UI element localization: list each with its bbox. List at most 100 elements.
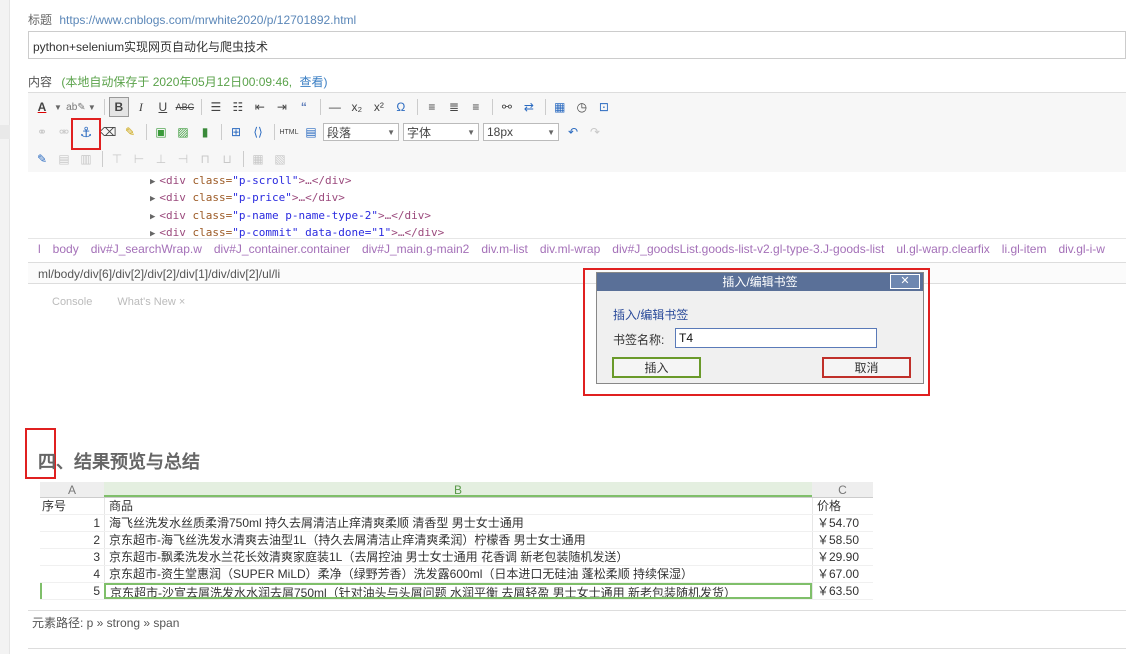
delete-col-icon[interactable]: ⊣: [173, 149, 193, 169]
chevron-down-icon[interactable]: ▼: [88, 103, 96, 112]
table-cell[interactable]: 京东超市-资生堂惠润（SUPER MiLD）柔净（绿野芳香）洗发露600ml（日…: [104, 566, 812, 582]
link-icon[interactable]: ⚭: [32, 122, 52, 142]
align-center-icon[interactable]: ≣: [444, 97, 464, 117]
column-header-b[interactable]: B: [104, 482, 812, 497]
table-cell[interactable]: 5: [40, 583, 104, 599]
numbered-list-icon[interactable]: ☷: [228, 97, 248, 117]
breadcrumb-item[interactable]: div#J_searchWrap.w: [91, 242, 202, 256]
table-cell[interactable]: ￥29.90: [812, 549, 873, 565]
table-cell[interactable]: ￥63.50: [812, 583, 873, 599]
breadcrumb-item[interactable]: li.gl-item: [1002, 242, 1047, 256]
split-cells-icon[interactable]: ⊔: [217, 149, 237, 169]
insert-image-icon[interactable]: ▣: [151, 122, 171, 142]
merge-cells-icon[interactable]: ⊓: [195, 149, 215, 169]
table-cell[interactable]: 2: [40, 532, 104, 548]
clock-icon[interactable]: ◷: [572, 97, 592, 117]
table-cell[interactable]: 1: [40, 515, 104, 531]
delete-row-icon[interactable]: ⊢: [129, 149, 149, 169]
paragraph-select[interactable]: 段落 ▼: [323, 123, 399, 141]
edit-icon[interactable]: ✎: [32, 149, 52, 169]
bullet-list-icon[interactable]: ☰: [206, 97, 226, 117]
tab-console[interactable]: Console: [52, 296, 92, 308]
eraser-icon[interactable]: ⌫: [98, 122, 118, 142]
superscript-icon[interactable]: x²: [369, 97, 389, 117]
row-props-icon[interactable]: ▧: [270, 149, 290, 169]
bold-icon[interactable]: B: [108, 97, 129, 117]
calendar-icon[interactable]: ▦: [550, 97, 570, 117]
table-cell[interactable]: ￥54.70: [812, 515, 873, 531]
cancel-button[interactable]: 取消: [822, 357, 911, 378]
redo-icon[interactable]: ↷: [585, 122, 605, 142]
breadcrumb-item[interactable]: body: [53, 242, 79, 256]
column-header-c[interactable]: C: [812, 482, 873, 497]
subscript-icon[interactable]: x₂: [347, 97, 367, 117]
bookmark-name-input[interactable]: T4: [675, 328, 877, 348]
align-left-icon[interactable]: ≡: [422, 97, 442, 117]
expand-triangle-icon[interactable]: ▶: [150, 212, 155, 222]
table-cell[interactable]: 价格: [812, 498, 873, 514]
insert-button[interactable]: 插入: [612, 357, 701, 378]
italic-icon[interactable]: I: [131, 97, 151, 117]
tab-whats-new[interactable]: What's New ×: [117, 296, 185, 308]
undo-icon[interactable]: ↶: [563, 122, 583, 142]
code-line[interactable]: ▶ <div class="p-name p-name-type-2">…</di…: [150, 208, 444, 225]
underline-icon[interactable]: U: [153, 97, 173, 117]
breadcrumb-item[interactable]: div#J_goodsList.goods-list-v2.gl-type-3.…: [612, 242, 884, 256]
table-icon[interactable]: ▤: [301, 122, 321, 142]
title-url-link[interactable]: https://www.cnblogs.com/mrwhite2020/p/12…: [59, 13, 356, 27]
title-input[interactable]: python+selenium实现网页自动化与爬虫技术: [28, 31, 1126, 59]
outdent-icon[interactable]: ⇤: [250, 97, 270, 117]
table-cell[interactable]: 海飞丝洗发水丝质柔滑750ml 持久去屑清洁止痒清爽柔顺 清香型 男士女士通用: [104, 515, 812, 531]
table-props-icon[interactable]: ▥: [76, 149, 96, 169]
quote-icon[interactable]: “: [294, 97, 314, 117]
media-icon[interactable]: ▮: [195, 122, 215, 142]
special-char-icon[interactable]: Ω: [391, 97, 411, 117]
template-icon[interactable]: ⊞: [226, 122, 246, 142]
dialog-title-bar[interactable]: 插入/编辑书签 ✕: [597, 273, 923, 291]
cleanup-icon[interactable]: ✎: [120, 122, 140, 142]
breadcrumb-item[interactable]: div.ml-wrap: [540, 242, 600, 256]
table-cell[interactable]: 京东超市-海飞丝洗发水清爽去油型1L（持久去屑清洁止痒清爽柔润）柠檬香 男士女士…: [104, 532, 812, 548]
table-cell[interactable]: 序号: [40, 498, 104, 514]
insert-picture-icon[interactable]: ▨: [173, 122, 193, 142]
horizontal-rule-icon[interactable]: —: [325, 97, 345, 117]
strikethrough-icon[interactable]: ABC: [175, 97, 195, 117]
code-tag: >…</div>: [298, 174, 352, 187]
table-cell[interactable]: ￥58.50: [812, 532, 873, 548]
find-icon[interactable]: ⚯: [497, 97, 517, 117]
column-header-a[interactable]: A: [40, 482, 104, 497]
table-cell[interactable]: 3: [40, 549, 104, 565]
breadcrumb-item[interactable]: div#J_main.g-main2: [362, 242, 469, 256]
table-cell[interactable]: ￥67.00: [812, 566, 873, 582]
breadcrumb-item[interactable]: div#J_container.container: [214, 242, 350, 256]
chevron-down-icon[interactable]: ▼: [54, 103, 62, 112]
size-select[interactable]: 18px ▼: [483, 123, 559, 141]
code-icon[interactable]: ⟨⟩: [248, 122, 268, 142]
replace-icon[interactable]: ⇄: [519, 97, 539, 117]
font-color-icon[interactable]: A: [32, 97, 52, 117]
table-cell[interactable]: 商品: [104, 498, 812, 514]
breadcrumb-item[interactable]: ul.gl-warp.clearfix: [896, 242, 989, 256]
highlight-color-icon[interactable]: ab✎: [66, 97, 86, 117]
insert-col-icon[interactable]: ⊥: [151, 149, 171, 169]
breadcrumb-item[interactable]: div.gl-i-w: [1058, 242, 1104, 256]
align-right-icon[interactable]: ≡: [466, 97, 486, 117]
expand-triangle-icon[interactable]: ▶: [150, 194, 155, 204]
indent-icon[interactable]: ⇥: [272, 97, 292, 117]
cell-props-icon[interactable]: ▦: [248, 149, 268, 169]
table-cell[interactable]: 4: [40, 566, 104, 582]
font-select[interactable]: 字体 ▼: [403, 123, 479, 141]
table-delete-icon[interactable]: ▤: [54, 149, 74, 169]
table-cell[interactable]: 京东超市-沙宣去屑洗发水水润去屑750ml（针对油头与头屑问题 水润平衡 去屑轻…: [104, 583, 812, 599]
expand-triangle-icon[interactable]: ▶: [150, 177, 155, 187]
insert-row-icon[interactable]: ⊤: [107, 149, 127, 169]
breadcrumb-item[interactable]: l: [38, 242, 41, 256]
preview-icon[interactable]: ⊡: [594, 97, 614, 117]
code-line[interactable]: ▶ <div class="p-price">…</div>: [150, 190, 444, 207]
table-cell[interactable]: 京东超市-飘柔洗发水兰花长效清爽家庭装1L（去屑控油 男士女士通用 花香调 新老…: [104, 549, 812, 565]
close-icon[interactable]: ✕: [890, 274, 920, 289]
breadcrumb-item[interactable]: div.m-list: [481, 242, 527, 256]
code-line[interactable]: ▶ <div class="p-scroll">…</div>: [150, 173, 444, 190]
autosave-view-link[interactable]: 查看): [299, 75, 327, 89]
html-icon[interactable]: HTML: [279, 122, 299, 142]
